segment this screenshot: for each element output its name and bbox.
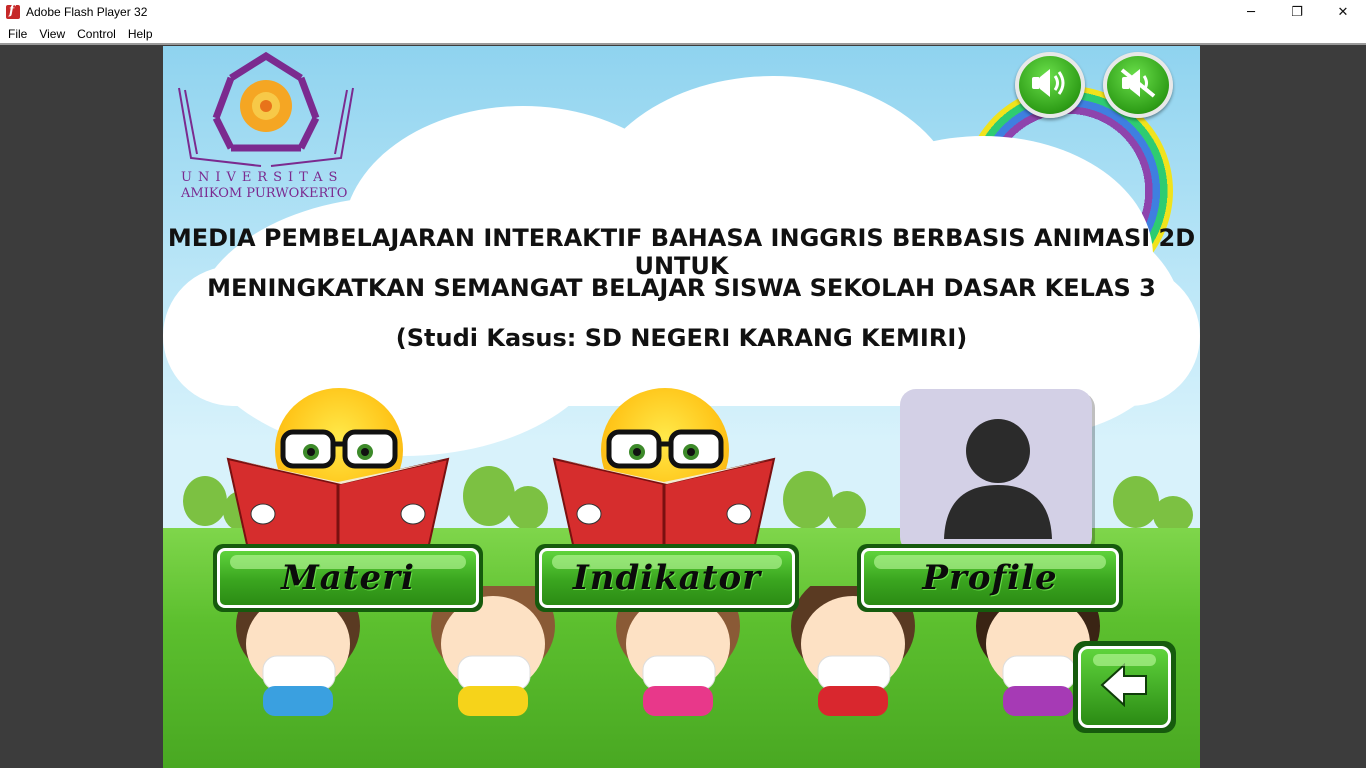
university-logo: UNIVERSITAS AMIKOM PURWOKERTO [171, 48, 361, 201]
menubar: File View Control Help [0, 24, 1366, 43]
window-title: Adobe Flash Player 32 [26, 5, 148, 19]
indikator-button-face: Indikator [539, 548, 795, 608]
back-button[interactable] [1073, 641, 1176, 733]
materi-button-face: Materi [217, 548, 479, 608]
profile-button[interactable]: Profile [857, 544, 1123, 612]
flash-player-icon [6, 3, 20, 19]
materi-button[interactable]: Materi [213, 544, 483, 612]
close-button[interactable]: ✕ [1320, 0, 1366, 24]
profile-button-face: Profile [861, 548, 1119, 608]
title-line-1: MEDIA PEMBELAJARAN INTERAKTIF BAHASA ING… [167, 224, 1196, 280]
window-controls: ─ ❐ ✕ [1228, 0, 1366, 24]
speaker-on-icon [1030, 66, 1070, 104]
maximize-button[interactable]: ❐ [1274, 0, 1320, 24]
materi-button-label: Materi [281, 558, 415, 598]
window-titlebar: Adobe Flash Player 32 ─ ❐ ✕ [0, 0, 1366, 24]
indikator-button-label: Indikator [572, 558, 762, 598]
sound-off-button[interactable] [1103, 52, 1173, 118]
menu-view[interactable]: View [33, 27, 71, 41]
logo-line1: UNIVERSITAS [181, 170, 344, 185]
title-line-3: (Studi Kasus: SD NEGERI KARANG KEMIRI) [395, 324, 968, 352]
speaker-mute-icon [1118, 66, 1158, 104]
sound-on-button[interactable] [1015, 52, 1085, 118]
profile-button-label: Profile [922, 558, 1058, 598]
menu-control[interactable]: Control [71, 27, 122, 41]
menubar-divider [0, 43, 1366, 45]
profile-card [900, 389, 1092, 553]
indikator-button[interactable]: Indikator [535, 544, 799, 612]
menu-file[interactable]: File [2, 27, 33, 41]
flash-stage: UNIVERSITAS AMIKOM PURWOKERTO MEDIA PEMB… [163, 46, 1200, 768]
title-line-2: MENINGKATKAN SEMANGAT BELAJAR SISWA SEKO… [207, 274, 1156, 302]
back-button-face [1078, 646, 1171, 728]
minimize-button[interactable]: ─ [1228, 0, 1274, 24]
logo-line2: AMIKOM PURWOKERTO [181, 186, 348, 201]
arrow-left-icon [1100, 662, 1150, 711]
menu-help[interactable]: Help [122, 27, 159, 41]
